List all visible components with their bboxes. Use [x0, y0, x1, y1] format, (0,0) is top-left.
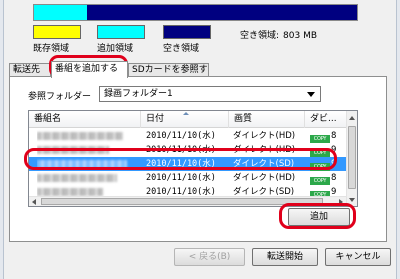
dubbing-cell: COPY 9: [310, 143, 350, 157]
folder-dropdown-value: 録画フォルダー1: [104, 89, 173, 99]
legend-added-swatch: [97, 25, 145, 39]
copy-count-icon: COPY: [310, 149, 330, 157]
program-list[interactable]: 番組名 日付 画質 ダビ... 2010/11/10(水) ダイレクト(HD) …: [28, 110, 358, 207]
vertical-scroll-thumb[interactable]: [348, 126, 356, 189]
blurred-title: [37, 132, 123, 140]
window-frame-left: [0, 0, 4, 279]
program-name-cell: [37, 171, 137, 185]
scroll-up-icon[interactable]: [349, 116, 355, 120]
blurred-title: [37, 146, 109, 154]
vertical-scrollbar[interactable]: [346, 111, 357, 206]
quality-cell: ダイレクト(SD): [233, 159, 295, 169]
tab-add-program[interactable]: 番組を追加する: [51, 61, 128, 78]
window-frame-right: [396, 0, 400, 279]
folder-dropdown[interactable]: 録画フォルダー1: [99, 86, 321, 102]
free-space-readout: 空き領域: 803 MB: [240, 28, 317, 41]
legend-existing-swatch: [33, 25, 81, 39]
date-cell: 2010/11/10(水): [146, 145, 216, 155]
program-name-cell: [37, 157, 137, 171]
free-space-label: 空き領域:: [240, 31, 280, 41]
back-button[interactable]: < 戻る(B): [174, 248, 245, 266]
capacity-bar-added-segment: [34, 5, 87, 20]
table-row[interactable]: 2010/11/10(水) ダイレクト(HD) COPY 8: [29, 171, 346, 185]
dubbing-count: 8: [331, 173, 337, 183]
table-row[interactable]: 2010/11/10(水) ダイレクト(HD) COPY 8: [29, 129, 346, 143]
quality-cell: ダイレクト(HD): [233, 131, 296, 141]
sort-ascending-icon: [183, 112, 189, 115]
blurred-title: [37, 188, 103, 196]
date-cell: 2010/11/10(水): [146, 131, 216, 141]
column-header-date[interactable]: 日付: [141, 111, 229, 128]
column-header-name[interactable]: 番組名: [29, 111, 141, 128]
quality-cell: ダイレクト(HD): [233, 173, 296, 183]
legend-existing-label: 既存領域: [33, 44, 70, 54]
column-header-quality[interactable]: 画質: [229, 111, 305, 128]
list-rows: 2010/11/10(水) ダイレクト(HD) COPY 8 2010/11/10…: [29, 129, 346, 199]
legend-added: 追加領域: [97, 25, 145, 54]
cancel-button[interactable]: キャンセル: [325, 248, 391, 266]
scroll-left-icon[interactable]: [32, 199, 36, 205]
legend-existing: 既存領域: [33, 25, 81, 54]
dubbing-cell: COPY 9: [310, 157, 350, 171]
scroll-right-icon[interactable]: [339, 199, 343, 205]
folder-label: 参照フォルダー: [28, 92, 92, 102]
legend-free: 空き領域: [163, 25, 211, 54]
legend-added-label: 追加領域: [97, 44, 134, 54]
tab-destination[interactable]: 転送先: [9, 63, 51, 77]
horizontal-scrollbar[interactable]: [29, 196, 346, 206]
dubbing-cell: COPY 8: [310, 171, 350, 185]
dubbing-count: 9: [331, 159, 337, 169]
scroll-down-icon[interactable]: [349, 198, 355, 202]
copy-count-icon: COPY: [310, 135, 330, 143]
dubbing-count: 8: [331, 131, 337, 141]
chevron-down-icon: [307, 92, 315, 97]
start-transfer-button[interactable]: 転送開始: [252, 248, 318, 266]
date-cell: 2010/11/10(水): [146, 159, 216, 169]
date-cell: 2010/11/10(水): [146, 173, 216, 183]
legend-free-label: 空き領域: [163, 44, 200, 54]
list-header: 番組名 日付 画質 ダビ...: [29, 111, 348, 128]
add-button[interactable]: 追加: [288, 208, 350, 226]
program-name-cell: [37, 143, 137, 157]
copy-count-icon: COPY: [310, 177, 330, 185]
tab-browse-sd-card[interactable]: SDカードを参照する: [128, 63, 209, 77]
free-space-value: 803 MB: [283, 31, 318, 41]
legend-free-swatch: [163, 25, 211, 39]
blurred-title: [37, 174, 117, 182]
column-header-dubbing[interactable]: ダビ...: [305, 111, 348, 128]
copy-count-icon: COPY: [310, 163, 330, 171]
blurred-title: [37, 160, 127, 168]
program-name-cell: [37, 129, 137, 143]
table-row[interactable]: 2010/11/10(水) ダイレクト(HD) COPY 9: [29, 143, 346, 157]
quality-cell: ダイレクト(HD): [233, 145, 296, 155]
table-row-selected[interactable]: 2010/11/10(水) ダイレクト(SD) COPY 9: [29, 157, 346, 171]
horizontal-scroll-thumb[interactable]: [41, 198, 323, 205]
dubbing-count: 9: [331, 145, 337, 155]
capacity-bar: [33, 4, 358, 21]
add-program-panel: 参照フォルダー 録画フォルダー1 番組名 日付 画質 ダビ... 2010/11…: [9, 76, 387, 242]
dubbing-cell: COPY 8: [310, 129, 350, 143]
column-header-date-label: 日付: [146, 114, 165, 124]
